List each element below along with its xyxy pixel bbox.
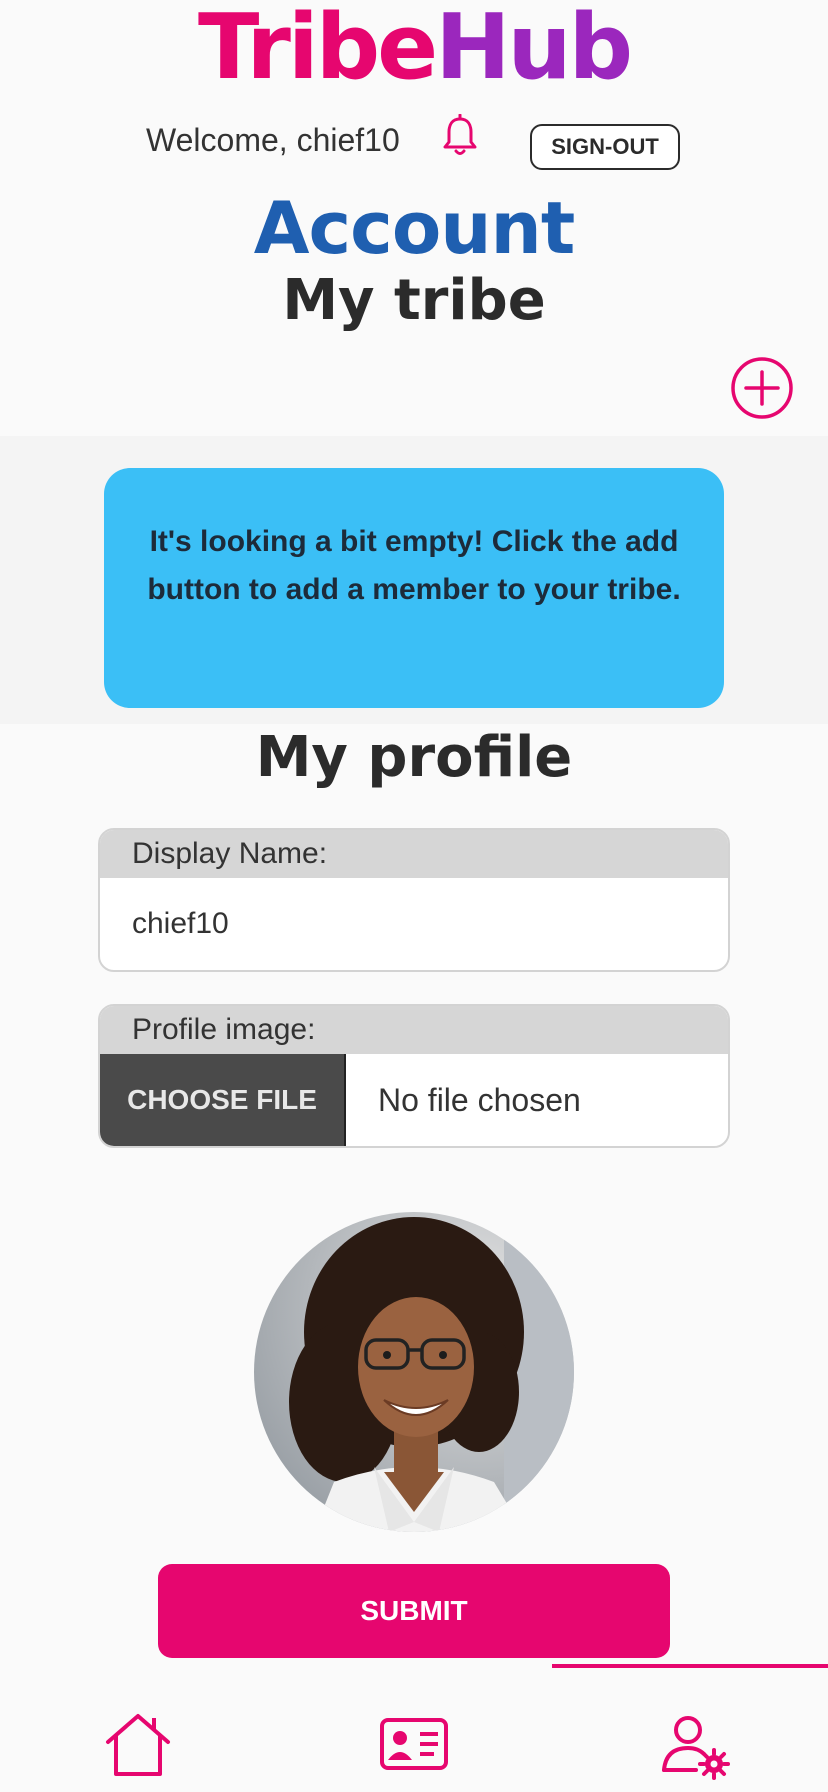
bottom-nav: [0, 1664, 828, 1792]
profile-image-field: Profile image: CHOOSE FILE No file chose…: [98, 1004, 730, 1148]
sign-out-button[interactable]: SIGN-OUT: [530, 124, 680, 170]
logo-text-hub: Hub: [435, 0, 633, 100]
app-logo: TribeHub: [0, 0, 828, 96]
display-name-label: Display Name:: [100, 830, 728, 878]
choose-file-button[interactable]: CHOOSE FILE: [100, 1054, 346, 1146]
user-settings-icon[interactable]: [656, 1704, 736, 1784]
profile-avatar: [254, 1212, 574, 1532]
id-card-icon[interactable]: [374, 1704, 454, 1784]
profile-image-label: Profile image:: [100, 1006, 728, 1054]
profile-section-title: My profile: [255, 725, 573, 790]
add-member-button[interactable]: [730, 356, 794, 420]
home-icon[interactable]: [98, 1704, 178, 1784]
display-name-field: Display Name: chief10: [98, 828, 730, 972]
active-tab-indicator: [552, 1664, 828, 1668]
submit-button[interactable]: SUBMIT: [158, 1564, 670, 1658]
page-title: Account: [253, 186, 575, 270]
logo-text-tribe: Tribe: [197, 0, 438, 100]
welcome-message: Welcome, chief10: [146, 122, 400, 158]
tribe-section-title: My tribe: [282, 268, 546, 333]
bell-icon[interactable]: [440, 114, 480, 158]
file-status-text: No file chosen: [378, 1082, 581, 1118]
display-name-input[interactable]: chief10: [100, 878, 728, 970]
empty-tribe-message: It's looking a bit empty! Click the add …: [104, 468, 724, 708]
